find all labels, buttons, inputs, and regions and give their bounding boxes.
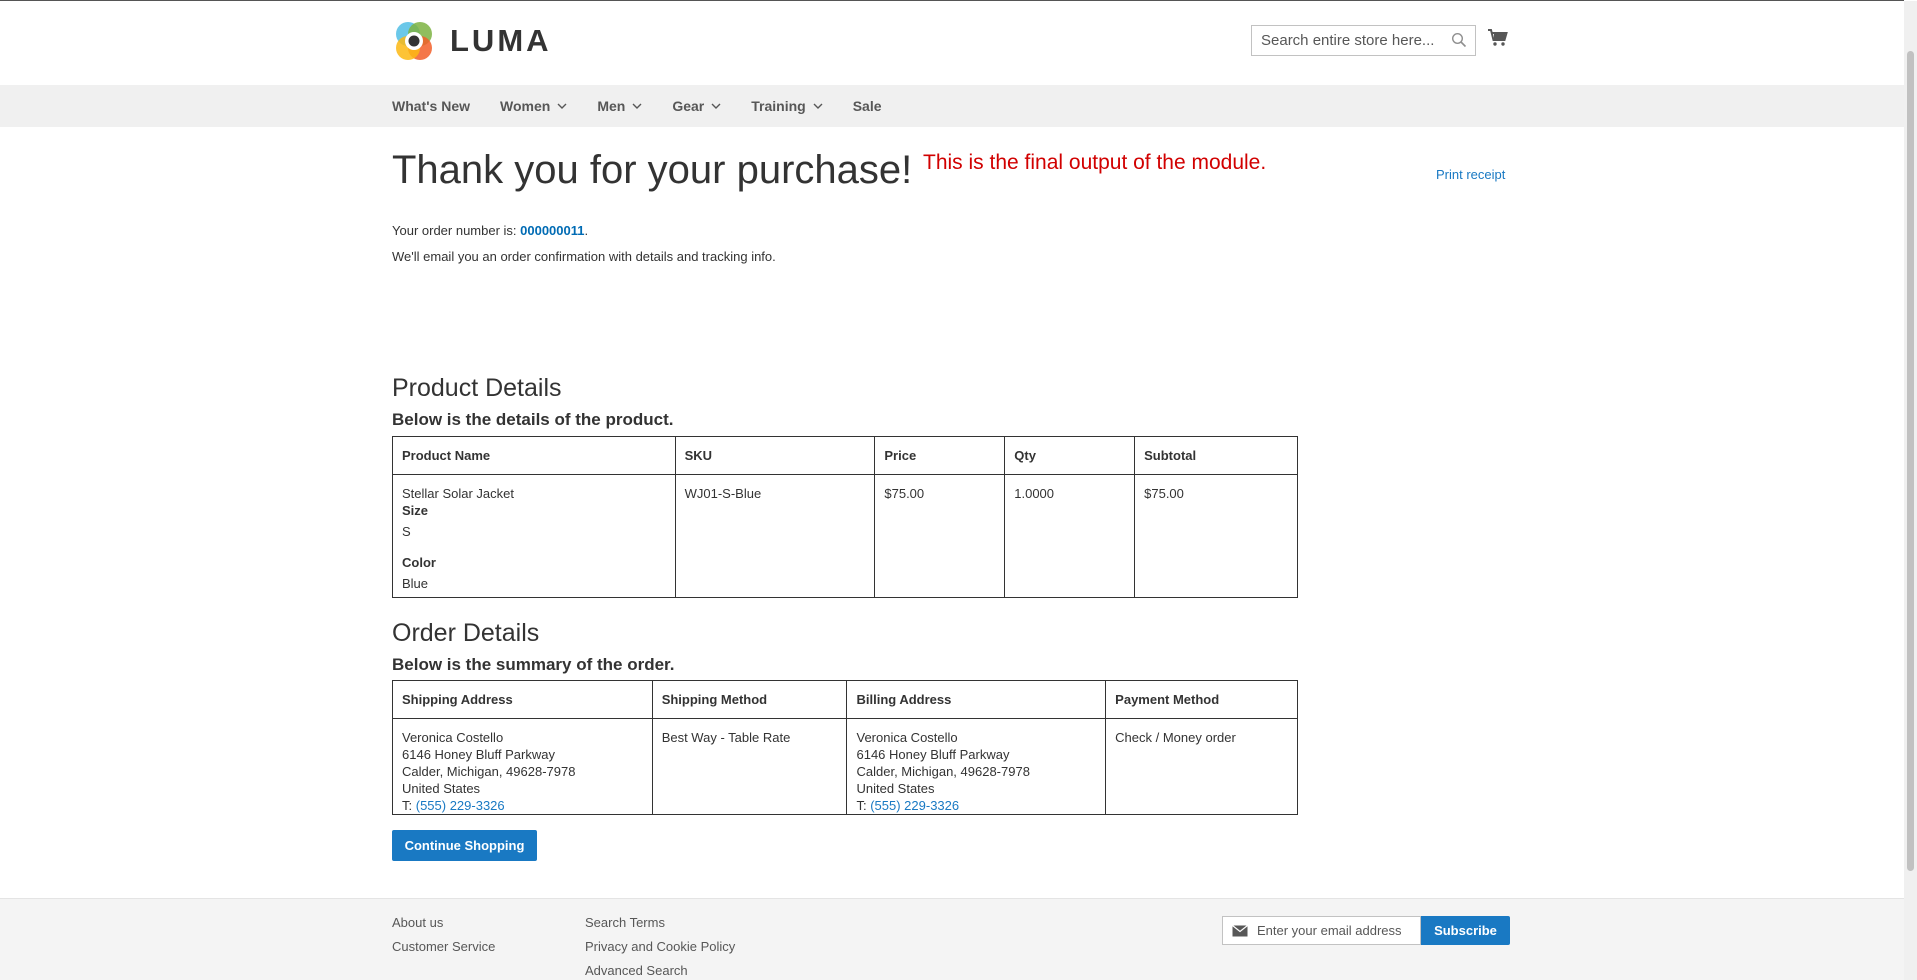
- address-country: United States: [402, 781, 481, 796]
- footer-link-advanced-search[interactable]: Advanced Search: [585, 962, 735, 980]
- email-confirmation-text: We'll email you an order confirmation wi…: [392, 249, 776, 264]
- search-icon[interactable]: [1451, 32, 1467, 48]
- search-input[interactable]: [1252, 26, 1442, 55]
- subscribe-button[interactable]: Subscribe: [1421, 916, 1510, 945]
- address-phone-line: T: (555) 229-3326: [856, 797, 1096, 814]
- option-label: Size: [402, 503, 429, 518]
- address-name: Veronica Costello: [856, 730, 958, 745]
- chevron-down-icon: [813, 103, 823, 109]
- page: LUMA What's New Women Men Gear Train: [0, 0, 1904, 980]
- nav-item-training[interactable]: Training: [751, 98, 823, 114]
- luma-logo-icon: [396, 22, 432, 60]
- product-table: Product Name SKU Price Qty Subtotal Stel…: [392, 436, 1298, 598]
- column-header: Qty: [1004, 436, 1136, 475]
- product-details-heading: Product Details: [392, 374, 562, 402]
- newsletter-field[interactable]: [1222, 916, 1421, 945]
- option-spacer: [402, 540, 666, 554]
- phone-link[interactable]: (555) 229-3326: [870, 798, 959, 813]
- qty-cell: 1.0000: [1004, 474, 1136, 598]
- nav-item-label: Training: [751, 98, 806, 114]
- logo-text: LUMA: [450, 23, 552, 58]
- column-header: Price: [874, 436, 1006, 475]
- vertical-scrollbar[interactable]: [1904, 1, 1917, 980]
- option-value: Blue: [402, 576, 429, 591]
- product-name-cell: Stellar Solar Jacket Size S Color Blue: [392, 474, 676, 598]
- search-box[interactable]: [1251, 25, 1476, 56]
- subtotal-cell: $75.00: [1134, 474, 1298, 598]
- column-header: SKU: [674, 436, 876, 475]
- address-street: 6146 Honey Bluff Parkway: [402, 747, 555, 762]
- logo[interactable]: LUMA: [392, 18, 552, 64]
- address-phone-line: T: (555) 229-3326: [402, 797, 643, 814]
- phone-prefix: T:: [402, 798, 416, 813]
- header: LUMA: [0, 1, 1904, 85]
- nav-item-label: Gear: [672, 98, 705, 114]
- chevron-down-icon: [632, 103, 642, 109]
- continue-shopping-button[interactable]: Continue Shopping: [392, 830, 537, 861]
- option-value: S: [402, 524, 411, 539]
- phone-prefix: T:: [856, 798, 871, 813]
- nav-item-label: Women: [500, 98, 551, 114]
- column-header: Shipping Address: [392, 680, 653, 719]
- newsletter-form: Subscribe: [1222, 916, 1510, 945]
- footer-link-customer-service[interactable]: Customer Service: [392, 938, 495, 962]
- order-table: Shipping Address Shipping Method Billing…: [392, 680, 1298, 815]
- nav-item-label: Men: [597, 98, 626, 114]
- nav-item-label: Sale: [852, 98, 882, 114]
- column-header: Payment Method: [1105, 680, 1298, 719]
- module-note: This is the final output of the module.: [923, 151, 1267, 174]
- nav-item-women[interactable]: Women: [500, 98, 567, 114]
- billing-address-cell: Veronica Costello 6146 Honey Bluff Parkw…: [846, 718, 1107, 815]
- footer: About us Customer Service Search Terms P…: [0, 898, 1904, 980]
- phone-link[interactable]: (555) 229-3326: [416, 798, 505, 813]
- chevron-down-icon: [557, 103, 567, 109]
- order-suffix: .: [584, 223, 589, 238]
- chevron-down-icon: [711, 103, 721, 109]
- column-header: Shipping Method: [651, 680, 848, 719]
- order-number-line: Your order number is: 000000011.: [392, 223, 588, 238]
- nav-item-gear[interactable]: Gear: [672, 98, 721, 114]
- shipping-address-cell: Veronica Costello 6146 Honey Bluff Parkw…: [392, 718, 653, 815]
- table-row: Stellar Solar Jacket Size S Color Blue W…: [392, 474, 1298, 598]
- nav-item-whats-new[interactable]: What's New: [392, 98, 470, 114]
- address-street: 6146 Honey Bluff Parkway: [856, 747, 1010, 762]
- main-navigation: What's New Women Men Gear Training Sale: [0, 85, 1904, 127]
- footer-links-col1: About us Customer Service: [392, 914, 495, 962]
- cart-icon[interactable]: [1487, 27, 1509, 49]
- address-city: Calder, Michigan, 49628-7978: [856, 764, 1030, 779]
- price-cell: $75.00: [874, 474, 1006, 598]
- nav-menu: What's New Women Men Gear Training Sale: [392, 85, 912, 127]
- page-title: Thank you for your purchase!: [392, 148, 913, 192]
- shipping-method-cell: Best Way - Table Rate: [651, 718, 848, 815]
- address-name: Veronica Costello: [402, 730, 504, 745]
- order-details-subheading: Below is the summary of the order.: [392, 655, 675, 674]
- product-details-subheading: Below is the details of the product.: [392, 410, 674, 429]
- address-city: Calder, Michigan, 49628-7978: [402, 764, 576, 779]
- address-country: United States: [856, 781, 935, 796]
- order-prefix: Your order number is:: [392, 223, 521, 238]
- product-name: Stellar Solar Jacket: [402, 486, 514, 501]
- print-receipt-link[interactable]: Print receipt: [1436, 167, 1505, 182]
- newsletter-email-input[interactable]: [1257, 917, 1417, 944]
- mail-icon: [1232, 924, 1248, 936]
- order-details-heading: Order Details: [392, 619, 540, 647]
- nav-item-men[interactable]: Men: [597, 98, 642, 114]
- sku-cell: WJ01-S-Blue: [674, 474, 876, 598]
- column-header: Billing Address: [846, 680, 1107, 719]
- footer-link-search-terms[interactable]: Search Terms: [585, 914, 735, 938]
- nav-item-label: What's New: [392, 98, 471, 114]
- order-number-link[interactable]: 000000011: [520, 223, 584, 238]
- table-row: Veronica Costello 6146 Honey Bluff Parkw…: [392, 718, 1298, 815]
- table-header-row: Product Name SKU Price Qty Subtotal: [392, 436, 1298, 475]
- payment-method-cell: Check / Money order: [1105, 718, 1298, 815]
- footer-link-about[interactable]: About us: [392, 914, 495, 938]
- footer-link-privacy[interactable]: Privacy and Cookie Policy: [585, 938, 735, 962]
- option-label: Color: [402, 555, 436, 570]
- table-header-row: Shipping Address Shipping Method Billing…: [392, 680, 1298, 719]
- footer-links-col2: Search Terms Privacy and Cookie Policy A…: [585, 914, 735, 980]
- scrollbar-thumb[interactable]: [1907, 51, 1914, 871]
- nav-item-sale[interactable]: Sale: [853, 98, 882, 114]
- column-header: Subtotal: [1134, 436, 1298, 475]
- column-header: Product Name: [392, 436, 676, 475]
